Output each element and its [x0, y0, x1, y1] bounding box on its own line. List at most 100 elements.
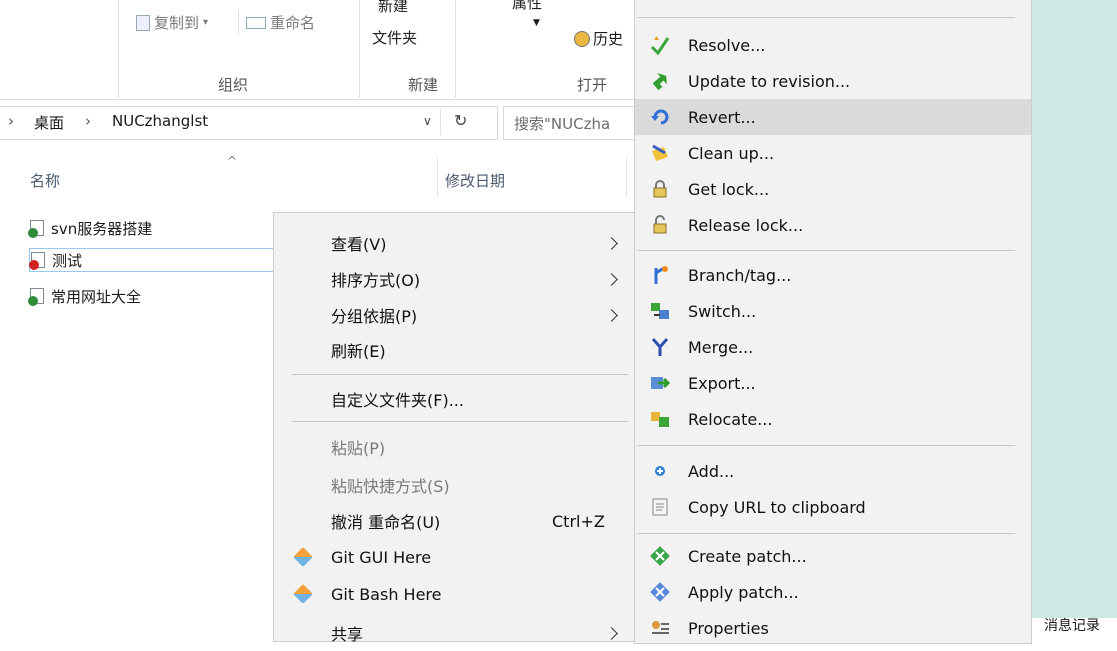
- menu-item-label: Resolve...: [688, 35, 766, 55]
- svn-status-badge: [28, 296, 38, 306]
- chevron-down-icon: ▼: [533, 18, 540, 28]
- ribbon-border: [0, 99, 634, 100]
- menu-item-label: Revert...: [688, 107, 756, 127]
- menu-item-label: Git GUI Here: [331, 547, 432, 567]
- menu-item-label: 排序方式(O): [331, 271, 421, 290]
- column-header-modified[interactable]: 修改日期: [445, 170, 505, 191]
- breadcrumb-desktop[interactable]: 桌面: [34, 112, 64, 133]
- chevron-down-icon[interactable]: ∨: [423, 114, 432, 128]
- svn-document-icon: [28, 288, 44, 306]
- menu-item-git-gui[interactable]: Git GUI Here: [274, 539, 636, 575]
- menu-separator: [637, 250, 1015, 251]
- menu-item-export[interactable]: Export...: [635, 365, 1031, 401]
- ribbon-separator: [455, 0, 456, 98]
- chevron-down-icon: ▾: [203, 17, 209, 28]
- menu-item-label: Git Bash Here: [331, 584, 442, 604]
- menu-item-label: Relocate...: [688, 409, 773, 429]
- rename-icon: [246, 16, 266, 29]
- menu-item-sort[interactable]: 排序方式(O): [274, 261, 636, 297]
- file-item[interactable]: svn服务器搭建: [28, 217, 152, 239]
- menu-item-label: Branch/tag...: [688, 265, 792, 285]
- ribbon-separator: [118, 0, 119, 98]
- file-item-selected[interactable]: 测试: [29, 248, 291, 272]
- menu-item-label: 粘贴(P): [331, 439, 386, 458]
- menu-item-resolve[interactable]: Resolve...: [635, 27, 1031, 63]
- export-icon: [651, 377, 670, 389]
- menu-item-share[interactable]: 共享: [274, 615, 636, 651]
- merge-icon: [651, 338, 669, 356]
- resolve-icon: [650, 36, 670, 55]
- menu-item-label: Update to revision...: [688, 71, 851, 91]
- menu-item-copy-url[interactable]: Copy URL to clipboard: [635, 489, 1031, 525]
- ribbon: 复制到 ▾ 重命名 新建 文件夹 属性 ▼ 历史 组织 新建 打开: [0, 0, 634, 100]
- column-header-name[interactable]: 名称: [30, 170, 60, 191]
- breadcrumb-folder[interactable]: NUCzhanglst: [112, 112, 208, 130]
- history-icon: [574, 30, 590, 47]
- menu-item-label: 查看(V): [331, 235, 387, 254]
- search-input[interactable]: 搜索"NUCzha: [514, 113, 610, 134]
- chevron-right-icon: [605, 309, 618, 322]
- menu-item-properties[interactable]: Properties: [635, 610, 1031, 646]
- menu-item-apply-patch[interactable]: Apply patch...: [635, 574, 1031, 610]
- clipboard-icon: [652, 498, 668, 516]
- history-label: 历史: [593, 30, 624, 48]
- svn-status-badge: [28, 228, 38, 238]
- menu-item-group-by[interactable]: 分组依据(P): [274, 297, 636, 333]
- git-icon: [293, 547, 313, 567]
- menu-item-create-patch[interactable]: Create patch...: [635, 538, 1031, 574]
- menu-item-label: Get lock...: [688, 179, 770, 199]
- column-divider[interactable]: [626, 158, 627, 198]
- menu-item-git-bash[interactable]: Git Bash Here: [274, 576, 636, 612]
- menu-item-label: 分组依据(P): [331, 307, 418, 326]
- menu-item-view[interactable]: 查看(V): [274, 225, 636, 261]
- menu-separator: [292, 421, 628, 422]
- group-organize-label: 组织: [218, 76, 249, 94]
- menu-item-relocate[interactable]: Relocate...: [635, 401, 1031, 437]
- menu-separator: [292, 374, 628, 375]
- menu-item-merge[interactable]: Merge...: [635, 329, 1031, 365]
- search-box[interactable]: 搜索"NUCzha: [503, 106, 635, 140]
- menu-item-undo-rename[interactable]: 撤消 重命名(U) Ctrl+Z: [274, 503, 636, 539]
- update-icon: [652, 72, 667, 91]
- add-icon: [655, 466, 665, 476]
- group-new-label: 新建: [408, 76, 439, 94]
- revert-icon: [651, 109, 669, 125]
- menu-item-release-lock[interactable]: Release lock...: [635, 207, 1031, 243]
- svn-submenu: Resolve... Update to revision... Revert.…: [634, 0, 1032, 644]
- menu-item-label: Create patch...: [688, 546, 807, 566]
- menu-item-refresh[interactable]: 刷新(E): [274, 332, 636, 368]
- rename-label: 重命名: [270, 14, 316, 32]
- address-bar[interactable]: › 桌面 › NUCzhanglst ∨ ↻: [0, 106, 498, 140]
- menu-item-customize-folder[interactable]: 自定义文件夹(F)...: [274, 381, 636, 417]
- menu-item-switch[interactable]: Switch...: [635, 293, 1031, 329]
- breadcrumb-separator: ›: [85, 112, 91, 130]
- address-divider: [440, 109, 441, 135]
- file-item[interactable]: 常用网址大全: [28, 285, 141, 307]
- menu-item-update-to-revision[interactable]: Update to revision...: [635, 63, 1031, 99]
- cleanup-icon: [652, 144, 668, 161]
- menu-item-label: Clean up...: [688, 143, 775, 163]
- menu-item-paste-shortcut[interactable]: 粘贴快捷方式(S): [274, 467, 636, 503]
- file-name: 测试: [52, 251, 83, 270]
- copy-to-button[interactable]: 复制到 ▾: [136, 12, 208, 33]
- menu-item-label: Export...: [688, 373, 756, 393]
- column-divider[interactable]: [437, 158, 438, 198]
- menu-item-branch-tag[interactable]: Branch/tag...: [635, 257, 1031, 293]
- menu-item-get-lock[interactable]: Get lock...: [635, 171, 1031, 207]
- git-icon: [293, 584, 313, 604]
- menu-item-label: Merge...: [688, 337, 754, 357]
- menu-item-label: 刷新(E): [331, 342, 386, 361]
- refresh-icon[interactable]: ↻: [454, 111, 467, 130]
- menu-item-revert[interactable]: Revert...: [635, 99, 1031, 135]
- relocate-icon: [651, 412, 669, 427]
- history-button[interactable]: 历史: [574, 28, 623, 49]
- menu-item-clean-up[interactable]: Clean up...: [635, 135, 1031, 171]
- menu-separator: [637, 533, 1015, 534]
- menu-item-add[interactable]: Add...: [635, 453, 1031, 489]
- rename-button[interactable]: 重命名: [246, 12, 315, 33]
- menu-item-paste[interactable]: 粘贴(P): [274, 429, 636, 465]
- sort-up-icon: ^: [227, 154, 238, 168]
- properties-top-label[interactable]: 属性: [512, 0, 542, 13]
- new-folder-button[interactable]: 文件夹: [372, 27, 417, 48]
- copy-to-label: 复制到: [154, 14, 200, 32]
